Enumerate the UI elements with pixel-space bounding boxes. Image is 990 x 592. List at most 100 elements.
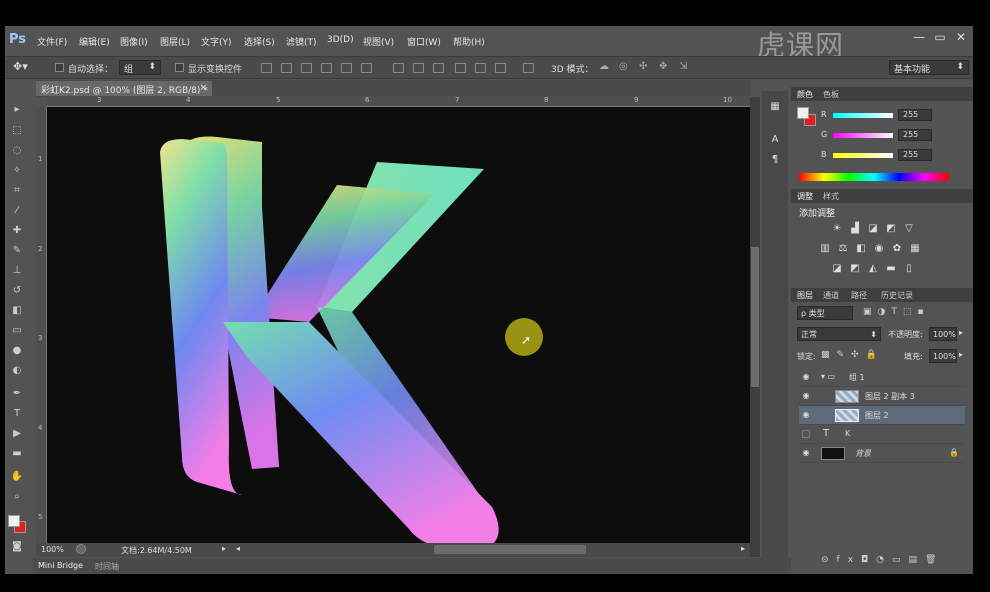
- distribute-hcenter-icon[interactable]: [475, 63, 486, 73]
- opacity-input[interactable]: 100%: [929, 327, 957, 341]
- menu-help[interactable]: 帮助(H): [453, 35, 485, 48]
- healing-brush-icon[interactable]: ✚: [10, 224, 24, 237]
- canvas[interactable]: ➚: [47, 107, 750, 543]
- align-top-icon[interactable]: [261, 63, 272, 73]
- posterize-icon[interactable]: ◩: [849, 263, 861, 274]
- exposure-icon[interactable]: ◩: [885, 223, 897, 234]
- eye-icon[interactable]: ◉: [801, 410, 811, 420]
- distribute-vcenter-icon[interactable]: [413, 63, 424, 73]
- rotate-3d-icon[interactable]: ☁: [599, 61, 609, 72]
- layer-background[interactable]: ◉ 背景 🔒: [799, 444, 965, 463]
- blue-track[interactable]: [833, 153, 893, 158]
- layer-2[interactable]: ◉ 图层 2: [799, 406, 965, 425]
- tab-timeline[interactable]: 时间轴: [95, 561, 119, 572]
- path-select-icon[interactable]: ▶: [10, 427, 24, 440]
- red-slider[interactable]: R 255: [821, 109, 973, 123]
- document-tab[interactable]: 彩虹K2.psd @ 100% (图层 2, RGB/8) * ×: [36, 81, 212, 96]
- blend-mode-dropdown[interactable]: 正常 ⬍: [797, 327, 881, 341]
- hand-tool-icon[interactable]: ✋: [10, 470, 24, 483]
- quick-mask-icon[interactable]: ◙: [10, 540, 24, 553]
- tab-adjustments[interactable]: 调整: [797, 191, 813, 202]
- type-tool-icon[interactable]: T: [10, 407, 24, 420]
- menu-edit[interactable]: 编辑(E): [79, 35, 110, 48]
- green-track[interactable]: [833, 133, 893, 138]
- green-value[interactable]: 255: [898, 129, 932, 141]
- auto-select-checkbox[interactable]: [55, 63, 64, 72]
- move-tool-icon[interactable]: ✥▾: [13, 60, 28, 73]
- zoom-level[interactable]: 100%: [41, 545, 64, 554]
- scroll-thumb[interactable]: [751, 247, 759, 387]
- fill-arrow-icon[interactable]: ▸: [959, 350, 963, 359]
- layer-filter-dropdown[interactable]: ρ 类型: [797, 306, 853, 320]
- marquee-tool-icon[interactable]: ⬚: [10, 124, 24, 137]
- tab-mini-bridge[interactable]: Mini Bridge: [38, 561, 83, 570]
- channel-mixer-icon[interactable]: ✿: [891, 243, 903, 254]
- photo-filter-icon[interactable]: ◉: [873, 243, 885, 254]
- status-info-icon[interactable]: [76, 544, 86, 554]
- horizontal-scroll-thumb[interactable]: [434, 545, 586, 554]
- move-tool-icon[interactable]: ▸: [10, 103, 24, 116]
- blue-slider[interactable]: B 255: [821, 149, 973, 163]
- layer-bottom-icons[interactable]: ⊝fx◘◔▭▤🗑: [821, 555, 944, 565]
- zoom-tool-icon[interactable]: ⌕: [10, 490, 24, 503]
- eye-icon[interactable]: ◉: [801, 448, 811, 458]
- eyedropper-icon[interactable]: ⁄: [10, 204, 24, 217]
- distribute-bottom-icon[interactable]: [433, 63, 444, 73]
- distribute-top-icon[interactable]: [393, 63, 404, 73]
- paragraph-panel-icon[interactable]: ¶: [769, 154, 781, 166]
- layer-k-text[interactable]: T K: [799, 425, 965, 444]
- menu-image[interactable]: 图像(I): [120, 35, 148, 48]
- tab-layers[interactable]: 图层: [797, 290, 813, 301]
- blur-tool-icon[interactable]: ●: [10, 344, 24, 357]
- menu-filter[interactable]: 滤镜(T): [286, 35, 317, 48]
- vibrance-icon[interactable]: ▽: [903, 223, 915, 234]
- hue-saturation-icon[interactable]: ▥: [819, 243, 831, 254]
- canvas-vertical-scrollbar[interactable]: [750, 97, 760, 557]
- levels-icon[interactable]: ▟: [849, 223, 861, 234]
- maximize-button[interactable]: ▭: [930, 30, 950, 48]
- scroll-right-icon[interactable]: ▸: [741, 544, 745, 553]
- align-left-icon[interactable]: [321, 63, 332, 73]
- layer-copy-3[interactable]: ◉ 图层 2 副本 3: [799, 387, 965, 406]
- curves-icon[interactable]: ◪: [867, 223, 879, 234]
- show-transform-checkbox[interactable]: [175, 63, 184, 72]
- tab-color[interactable]: 颜色: [797, 89, 813, 100]
- eraser-tool-icon[interactable]: ◧: [10, 304, 24, 317]
- eye-icon[interactable]: ◉: [801, 391, 811, 401]
- scroll-left-icon[interactable]: ◂: [236, 544, 240, 553]
- brightness-icon[interactable]: ☀: [831, 223, 843, 234]
- black-white-icon[interactable]: ◧: [855, 243, 867, 254]
- invert-icon[interactable]: ◪: [831, 263, 843, 274]
- color-lookup-icon[interactable]: ▦: [909, 243, 921, 254]
- lasso-tool-icon[interactable]: ◌: [10, 144, 24, 157]
- gradient-tool-icon[interactable]: ▭: [10, 324, 24, 337]
- distribute-left-icon[interactable]: [455, 63, 466, 73]
- red-track[interactable]: [833, 113, 893, 118]
- distribute-right-icon[interactable]: [495, 63, 506, 73]
- scale-3d-icon[interactable]: ⇲: [679, 61, 687, 72]
- drag-3d-icon[interactable]: ✣: [639, 61, 647, 72]
- slide-3d-icon[interactable]: ✥: [659, 61, 667, 72]
- brush-tool-icon[interactable]: ✎: [10, 244, 24, 257]
- magic-wand-icon[interactable]: ✧: [10, 164, 24, 177]
- hidden-visibility-box[interactable]: [802, 430, 810, 438]
- auto-select-dropdown[interactable]: 组 ⬍: [119, 60, 161, 75]
- dodge-tool-icon[interactable]: ◐: [10, 364, 24, 377]
- align-bottom-icon[interactable]: [301, 63, 312, 73]
- shape-tool-icon[interactable]: ▬: [10, 447, 24, 460]
- close-tab-icon[interactable]: ×: [199, 83, 207, 93]
- layer-group-1[interactable]: ◉ ▾ ▭ 组 1: [799, 368, 965, 387]
- close-button[interactable]: ✕: [951, 30, 971, 48]
- tab-channels[interactable]: 通道: [823, 290, 839, 301]
- menu-type[interactable]: 文字(Y): [201, 35, 232, 48]
- align-hcenter-icon[interactable]: [341, 63, 352, 73]
- layer-filter-icons[interactable]: ▣◑T⬚▪: [863, 307, 929, 317]
- menu-file[interactable]: 文件(F): [37, 35, 67, 48]
- align-vcenter-icon[interactable]: [281, 63, 292, 73]
- selective-color-icon[interactable]: ▯: [903, 263, 915, 274]
- gradient-map-icon[interactable]: ▬: [885, 263, 897, 274]
- pen-tool-icon[interactable]: ✒: [10, 387, 24, 400]
- history-panel-icon[interactable]: ▦: [769, 101, 781, 113]
- blue-value[interactable]: 255: [898, 149, 932, 161]
- color-spectrum-bar[interactable]: [799, 173, 949, 181]
